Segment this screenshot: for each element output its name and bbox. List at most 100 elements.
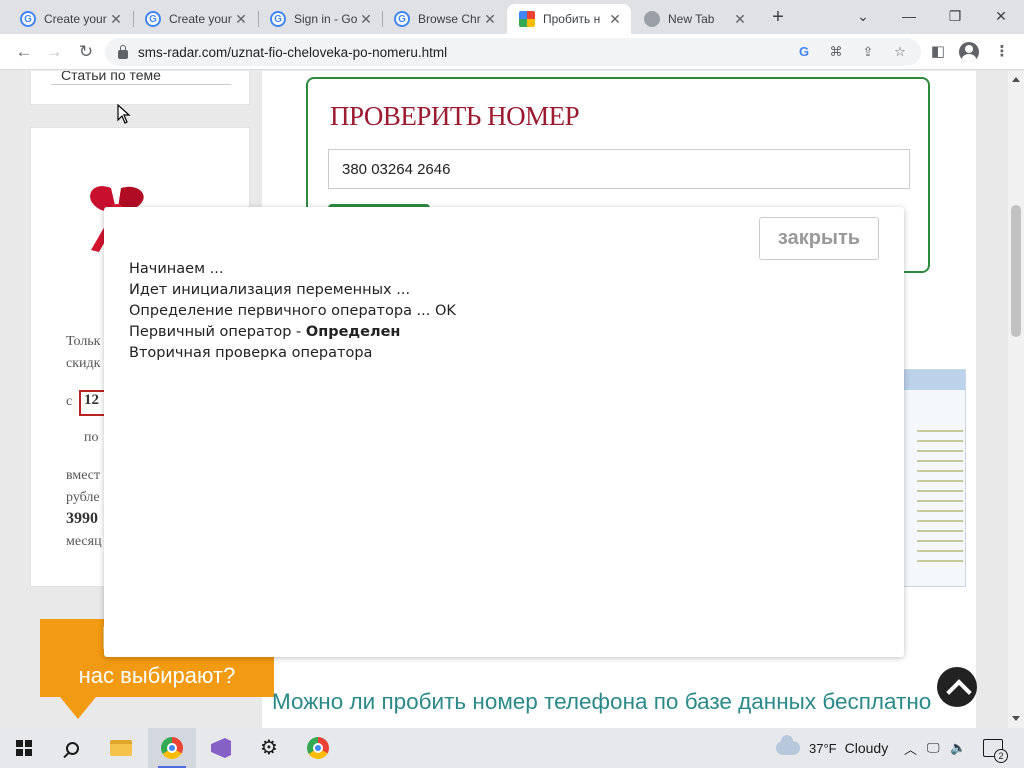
scroll-down-arrow-icon[interactable] <box>1012 716 1020 721</box>
file-explorer-button[interactable] <box>97 728 145 768</box>
promo-text-line-2: скидк <box>66 356 101 371</box>
menu-icon[interactable]: ⋮ <box>990 40 1014 64</box>
network-icon[interactable]: 🖵 <box>927 728 940 768</box>
side-panel-icon[interactable]: ◧ <box>926 40 950 64</box>
notification-icon: 2 <box>983 739 1008 763</box>
weather-widget[interactable]: 37°F Cloudy <box>776 728 888 768</box>
lock-icon <box>118 44 128 59</box>
close-icon[interactable]: ✕ <box>108 11 124 28</box>
chrome-icon <box>307 737 329 759</box>
address-bar[interactable]: sms-radar.com/uznat-fio-cheloveka-po-nom… <box>105 38 921 66</box>
tab-title: New Tab <box>668 12 715 26</box>
translate-icon[interactable]: ⌘ <box>825 41 847 63</box>
chrome-taskbar-button-active[interactable] <box>148 728 196 768</box>
log-line: Вторичная проверка оператора <box>129 345 373 361</box>
google-icon: G <box>20 11 36 27</box>
tab-search-button[interactable]: ⌄ <box>840 4 886 30</box>
progress-modal: закрыть Начинаем ... Идет инициализация … <box>104 207 904 657</box>
tab-title: Browse Chr <box>418 12 481 26</box>
promo-text-line-1: Тольк <box>66 334 101 349</box>
profile-avatar[interactable] <box>957 40 981 64</box>
google-icon: G <box>270 11 286 27</box>
related-articles-link[interactable]: Статьи по теме <box>61 71 161 83</box>
tab-new-tab[interactable]: New Tab ✕ <box>632 4 756 34</box>
chrome-taskbar-button[interactable] <box>294 728 342 768</box>
close-icon[interactable]: ✕ <box>358 11 374 28</box>
back-button[interactable]: ← <box>12 40 36 64</box>
scrollbar-thumb[interactable] <box>1011 205 1021 337</box>
minimize-button[interactable]: — <box>886 4 932 30</box>
bookmark-star-icon[interactable]: ☆ <box>889 41 911 63</box>
weather-desc: Cloudy <box>844 740 889 756</box>
phone-number-input[interactable] <box>328 149 910 189</box>
banner-subtitle: нас выбирают? <box>78 663 236 688</box>
google-lens-icon[interactable]: G <box>793 41 815 63</box>
notification-center-button[interactable]: 2 <box>983 728 1008 768</box>
tab-title: Пробить н <box>543 12 601 26</box>
chrome-icon <box>644 11 660 27</box>
instead-text-1: вмест <box>66 468 101 483</box>
log-line: Определение первичного оператора ... OK <box>129 303 456 319</box>
scroll-to-top-button[interactable] <box>937 667 977 707</box>
log-line: Первичный оператор - Определен <box>129 324 401 340</box>
google-icon: G <box>145 11 161 27</box>
visual-studio-icon <box>211 738 231 758</box>
search-button[interactable] <box>48 728 96 768</box>
forward-button[interactable]: → <box>42 40 66 64</box>
site-icon <box>519 11 535 27</box>
article-heading: Можно ли пробить номер телефона по базе … <box>272 689 932 714</box>
share-icon[interactable]: ⇪ <box>857 41 879 63</box>
gear-icon: ⚙ <box>260 737 278 759</box>
tab-title: Create your <box>44 12 107 26</box>
divider <box>51 84 231 85</box>
weather-temp: 37°F <box>809 740 837 756</box>
windows-taskbar: ⚙ 37°F Cloudy ︿ 🖵 🔈 2 <box>0 728 1024 768</box>
close-window-button[interactable]: ✕ <box>978 4 1024 30</box>
volume-icon[interactable]: 🔈 <box>950 728 966 768</box>
price-prefix: с <box>66 394 73 409</box>
tab-create-your-2[interactable]: G Create your ✕ <box>133 4 257 34</box>
progress-log: Начинаем ... Идет инициализация переменн… <box>129 259 456 364</box>
notification-count: 2 <box>994 749 1008 763</box>
instead-text-2: рубле <box>66 490 100 505</box>
windows-logo-icon <box>16 740 32 756</box>
start-button[interactable] <box>0 728 48 768</box>
price-suffix: по <box>84 430 99 445</box>
close-icon[interactable]: ✕ <box>732 11 748 28</box>
visual-studio-button[interactable] <box>197 728 245 768</box>
web-page: Статьи по теме Тольк скидк с 12 по вмест… <box>0 71 1008 728</box>
new-tab-button[interactable]: + <box>766 6 790 30</box>
report-screenshot-image <box>902 369 966 587</box>
folder-icon <box>110 740 132 756</box>
browser-tab-strip: G Create your ✕ G Create your ✕ G Sign i… <box>0 0 1024 34</box>
close-icon[interactable]: ✕ <box>233 11 249 28</box>
scroll-up-arrow-icon[interactable] <box>1012 77 1020 82</box>
tab-browse-chrome[interactable]: G Browse Chr ✕ <box>382 4 506 34</box>
tab-sign-in[interactable]: G Sign in - Go ✕ <box>258 4 382 34</box>
google-icon: G <box>394 11 410 27</box>
banner-tail <box>60 697 96 719</box>
cloud-icon <box>776 735 800 755</box>
check-title: ПРОВЕРИТЬ НОМЕР <box>330 101 580 131</box>
reload-button[interactable]: ↻ <box>74 40 98 64</box>
old-price: 3990 <box>66 510 98 527</box>
settings-button[interactable]: ⚙ <box>245 728 293 768</box>
restore-button[interactable]: ❐ <box>932 4 978 30</box>
chrome-icon <box>161 737 183 759</box>
chevron-up-icon[interactable]: ︿ <box>904 728 917 768</box>
modal-close-button[interactable]: закрыть <box>759 217 879 260</box>
period-text: месяц <box>66 534 102 549</box>
search-icon <box>65 741 79 755</box>
log-line: Начинаем ... <box>129 261 224 277</box>
close-icon[interactable]: ✕ <box>607 11 623 28</box>
tab-create-your-1[interactable]: G Create your ✕ <box>8 4 132 34</box>
close-icon[interactable]: ✕ <box>482 11 498 28</box>
log-line: Идет инициализация переменных ... <box>129 282 411 298</box>
tab-title: Create your <box>169 12 232 26</box>
tab-title: Sign in - Go <box>294 12 358 26</box>
related-articles-card: Статьи по теме <box>30 71 250 105</box>
page-scrollbar[interactable] <box>1008 71 1024 728</box>
url-text: sms-radar.com/uznat-fio-cheloveka-po-nom… <box>138 44 448 60</box>
browser-toolbar: ← → ↻ sms-radar.com/uznat-fio-cheloveka-… <box>0 34 1024 70</box>
tab-probit-active[interactable]: Пробить н ✕ <box>507 4 631 34</box>
